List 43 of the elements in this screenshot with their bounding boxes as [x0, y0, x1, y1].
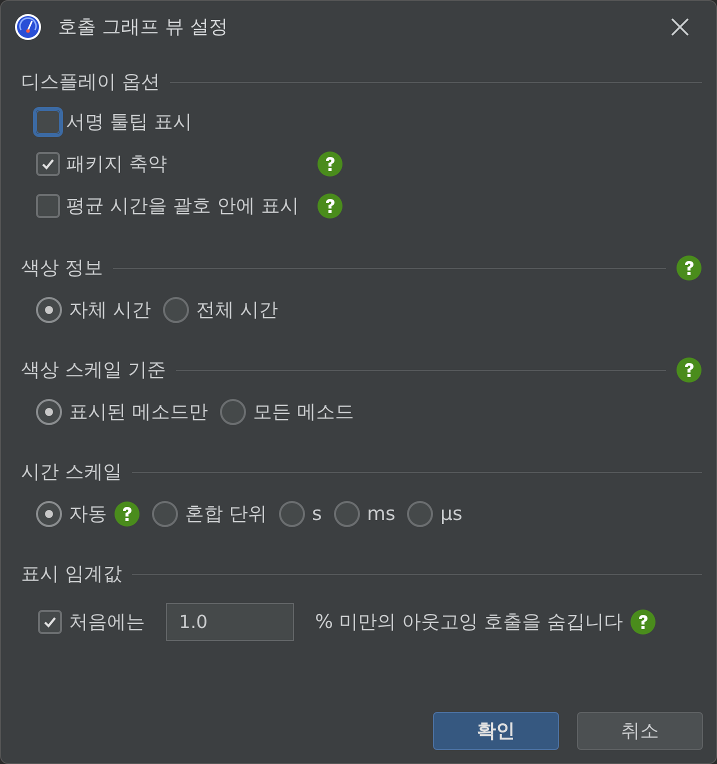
radio-button[interactable]: [163, 297, 190, 323]
radio-label[interactable]: 표시된 메소드만: [69, 399, 208, 425]
radio-button[interactable]: [279, 501, 306, 527]
checkbox-label[interactable]: 평균 시간을 괄호 안에 표시: [66, 193, 300, 219]
radio-label[interactable]: s: [312, 503, 322, 525]
threshold-text: % 미만의 아웃고잉 호출을 숨깁니다: [315, 610, 624, 635]
ok-button[interactable]: 확인: [433, 712, 559, 750]
help-icon[interactable]: [630, 609, 656, 635]
checkbox[interactable]: [38, 610, 62, 634]
close-icon[interactable]: [670, 17, 690, 37]
radio-label[interactable]: 자동: [69, 501, 107, 527]
radio-button[interactable]: [36, 297, 62, 323]
section-title: 표시 임계값: [21, 562, 122, 587]
section-title: 시간 스케일: [21, 460, 122, 485]
radio-button[interactable]: [36, 399, 62, 425]
radio-label[interactable]: 혼합 단위: [185, 501, 268, 527]
cancel-button[interactable]: 취소: [577, 712, 703, 750]
gauge-icon: [14, 13, 42, 41]
radio-button[interactable]: [407, 501, 434, 527]
section-title: 디스플레이 옵션: [21, 70, 160, 95]
help-icon[interactable]: [317, 151, 344, 177]
radio-label[interactable]: µs: [440, 503, 462, 525]
radio-button[interactable]: [36, 501, 62, 527]
threshold-field[interactable]: 1.0: [166, 603, 294, 641]
checkbox-label[interactable]: 패키지 축약: [66, 151, 168, 177]
radio-label[interactable]: 전체 시간: [196, 297, 278, 323]
help-icon[interactable]: [676, 255, 702, 281]
checkbox[interactable]: [36, 194, 60, 218]
radio-label[interactable]: ms: [366, 503, 396, 525]
checkbox-label[interactable]: 처음에는: [69, 609, 145, 635]
checkbox-label[interactable]: 서명 툴팁 표시: [66, 109, 192, 135]
help-icon[interactable]: [114, 501, 140, 527]
help-icon[interactable]: [317, 193, 344, 219]
radio-label[interactable]: 자체 시간: [69, 297, 152, 323]
help-icon[interactable]: [676, 357, 702, 383]
radio-label[interactable]: 모든 메소드: [253, 399, 354, 425]
radio-button[interactable]: [152, 501, 178, 527]
section-title: 색상 스케일 기준: [21, 358, 166, 383]
checkbox[interactable]: [36, 152, 60, 176]
section-title: 색상 정보: [21, 256, 104, 281]
radio-button[interactable]: [334, 501, 360, 527]
radio-button[interactable]: [220, 399, 246, 425]
window-title: 호출 그래프 뷰 설정: [58, 15, 230, 40]
